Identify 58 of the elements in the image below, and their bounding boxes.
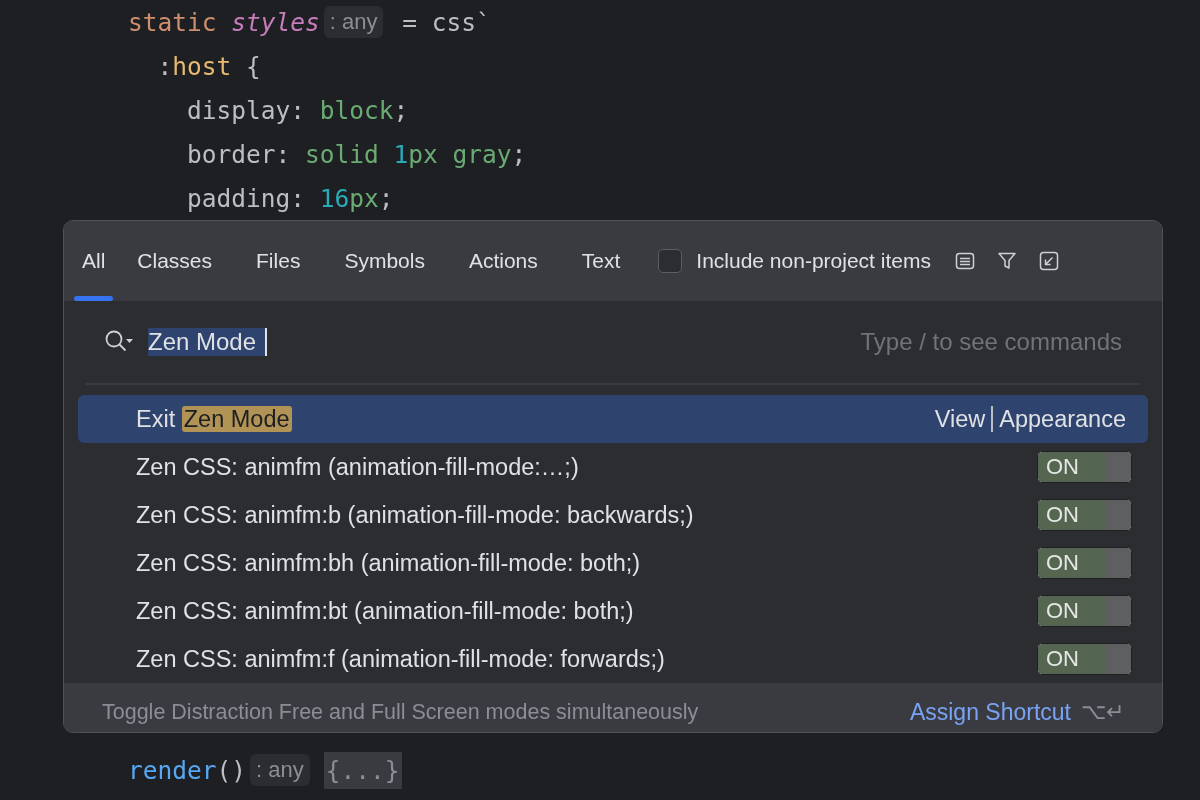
- search-tab[interactable]: Text: [559, 221, 643, 301]
- code-token: padding:: [186, 183, 306, 213]
- folded-code: {...}: [323, 751, 402, 789]
- shortcut-hint: ⌥↵: [1081, 699, 1124, 725]
- filter-icon[interactable]: [996, 251, 1017, 271]
- code-token: ;: [378, 183, 394, 213]
- search-tab[interactable]: Classes: [115, 221, 235, 301]
- code-token: :: [156, 51, 173, 81]
- action-description: Toggle Distraction Free and Full Screen modes simultaneously: [102, 699, 700, 725]
- code-token: render: [128, 755, 217, 785]
- code-token: display:: [186, 95, 306, 125]
- location-label: Appearance: [999, 405, 1126, 433]
- result-item[interactable]: Zen CSS: animfm:bt (animation-fill-mode: both;) ON: [78, 587, 1148, 635]
- collapse-window-icon[interactable]: [1038, 251, 1059, 271]
- code-token: {: [245, 51, 261, 81]
- type-hint: : any: [250, 754, 310, 786]
- code-token: px: [349, 183, 379, 213]
- result-label: Zen CSS: animfm (animation-fill-mode:…;): [136, 453, 580, 481]
- result-label: Zen CSS: animfm:bh (animation-fill-mode: both;): [136, 549, 642, 577]
- search-tab[interactable]: Symbols: [322, 221, 447, 301]
- code-token: border:: [186, 139, 292, 169]
- assign-shortcut-link[interactable]: Assign Shortcut: [909, 698, 1071, 726]
- preview-icon[interactable]: [954, 251, 975, 271]
- code-token: 16: [319, 183, 350, 213]
- code-token: static: [128, 7, 218, 37]
- location-label: View: [934, 405, 986, 433]
- result-label: Zen CSS: animfm:bt (animation-fill-mode: both;): [136, 597, 635, 625]
- result-label: Zen CSS: animfm:b (animation-fill-mode: backwards;): [136, 501, 695, 529]
- search-hint: Type / to see commands: [860, 328, 1122, 356]
- toggle-switch[interactable]: ON: [1037, 451, 1132, 483]
- result-label: Exit Zen Mode: [136, 405, 293, 433]
- code-token: styles: [231, 7, 320, 37]
- search-tab[interactable]: Actions: [446, 221, 560, 301]
- code-token: ;: [393, 95, 409, 125]
- toggle-switch[interactable]: ON: [1037, 595, 1132, 627]
- code-token: 1: [393, 139, 409, 169]
- result-item[interactable]: Exit Zen Mode View Appearance: [78, 395, 1148, 443]
- code-token: solid: [305, 139, 380, 169]
- code-token: (): [216, 755, 247, 785]
- result-label: Zen CSS: animfm:f (animation-fill-mode: forwards;): [136, 645, 666, 673]
- type-hint: : any: [323, 6, 384, 38]
- code-token: = css`: [401, 7, 491, 37]
- toggle-switch[interactable]: ON: [1037, 499, 1132, 531]
- result-item[interactable]: Zen CSS: animfm (animation-fill-mode:…;) ON: [78, 443, 1148, 491]
- code-token: block: [319, 95, 394, 125]
- toggle-switch[interactable]: ON: [1037, 547, 1132, 579]
- checkbox-label[interactable]: Include non-project items: [696, 249, 931, 273]
- code-token: px gray: [408, 139, 512, 169]
- result-item[interactable]: Zen CSS: animfm:f (animation-fill-mode: forwards;) ON: [78, 635, 1148, 683]
- code-token: ;: [511, 139, 527, 169]
- toggle-switch[interactable]: ON: [1037, 643, 1132, 675]
- search-tab[interactable]: All: [72, 221, 116, 301]
- code-token: host: [172, 51, 232, 81]
- checkbox[interactable]: [658, 249, 683, 273]
- search-field[interactable]: Zen Mode: [148, 328, 268, 356]
- result-item[interactable]: Zen CSS: animfm:b (animation-fill-mode: backwards;) ON: [78, 491, 1148, 539]
- result-item[interactable]: Zen CSS: animfm:bh (animation-fill-mode: both;) ON: [78, 539, 1148, 587]
- search-tab[interactable]: Files: [234, 221, 323, 301]
